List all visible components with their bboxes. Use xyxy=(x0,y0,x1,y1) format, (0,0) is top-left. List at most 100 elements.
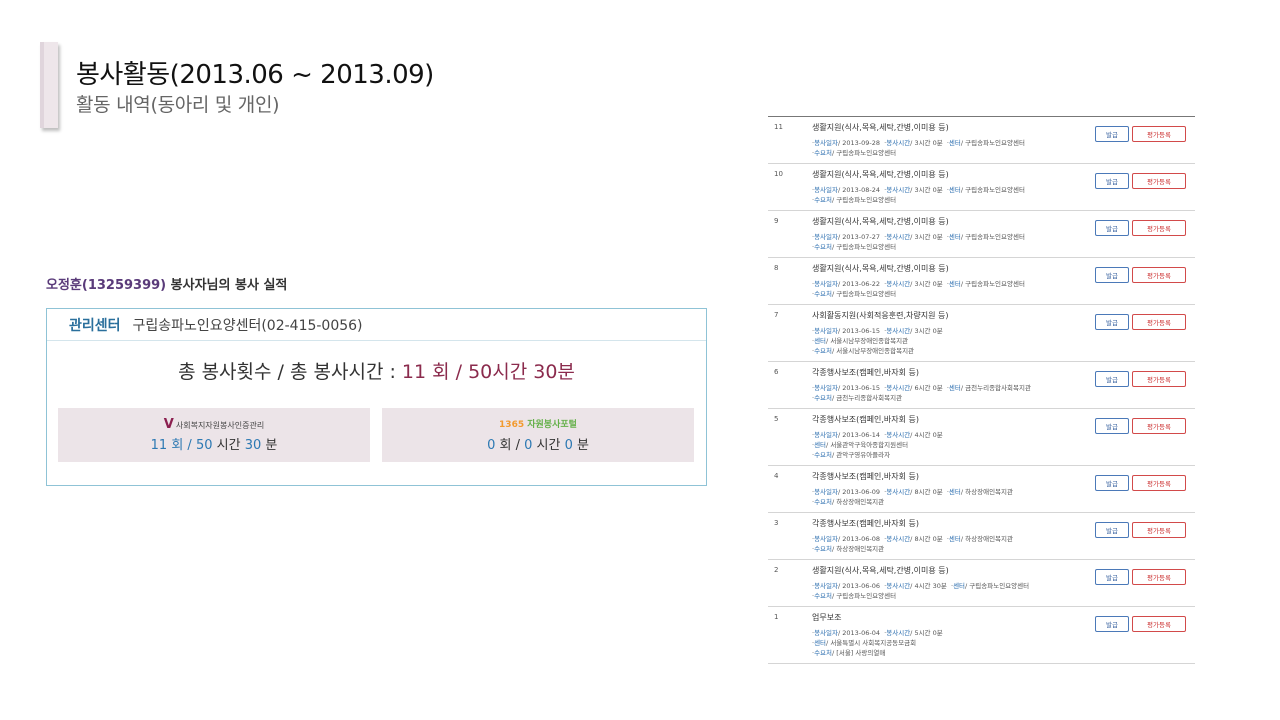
record-meta-line: ·봉사일자/ 2013-06-14 ·봉사시간/ 4시간 0분 xyxy=(812,431,943,439)
record-number: 11 xyxy=(774,123,783,131)
vms-logo: V 사회복지자원봉사인증관리 xyxy=(58,418,370,432)
record-date: 2013-06-15 xyxy=(842,384,881,392)
record-recipient: 관악구영유아플라자 xyxy=(836,451,891,459)
summary-heading: 오정훈(13259399) 봉사자님의 봉사 실적 xyxy=(46,274,287,293)
record-recipient: 서울시남부장애인종합복지관 xyxy=(836,347,915,355)
record-center: 구립송파노인요양센터 xyxy=(965,139,1025,147)
register-evaluation-button[interactable]: 평가등록 xyxy=(1132,267,1186,283)
portal-minutes: 0 xyxy=(564,438,573,453)
issue-certificate-button[interactable]: 발급 xyxy=(1095,475,1129,491)
record-time: 8시간 0분 xyxy=(914,535,943,543)
record-number: 9 xyxy=(774,217,779,225)
recipient-key: 수요처 xyxy=(814,498,833,506)
recipient-key: 수요처 xyxy=(814,451,833,459)
record-recipient: 금천누리종합사회복지관 xyxy=(836,394,903,402)
register-evaluation-button[interactable]: 평가등록 xyxy=(1132,314,1186,330)
record-body: 생활지원(식사,목욕,세탁,간병,이미용 등) ·봉사일자/ 2013-06-0… xyxy=(812,560,1082,606)
record-date: 2013-06-08 xyxy=(842,535,881,543)
record-body: 각종행사보조(캠페인,바자회 등) ·봉사일자/ 2013-06-09 ·봉사시… xyxy=(812,466,1082,512)
register-evaluation-button[interactable]: 평가등록 xyxy=(1132,371,1186,387)
managing-center-label: 관리센터 xyxy=(69,317,121,334)
issue-certificate-button[interactable]: 발급 xyxy=(1095,418,1129,434)
record-time: 3시간 0분 xyxy=(914,233,943,241)
record-category: 각종행사보조(캠페인,바자회 등) xyxy=(812,415,920,424)
volunteer-name: 오정훈(13259399) xyxy=(46,278,167,293)
managing-center-value: 구립송파노인요양센터(02-415-0056) xyxy=(132,317,363,334)
date-key: 봉사일자 xyxy=(814,629,838,637)
register-evaluation-button[interactable]: 평가등록 xyxy=(1132,126,1186,142)
date-key: 봉사일자 xyxy=(814,535,838,543)
center-key: 센터 xyxy=(814,639,827,647)
record-meta-line: ·봉사일자/ 2013-06-09 ·봉사시간/ 8시간 0분 ·센터/ 하상장… xyxy=(812,488,1013,496)
register-evaluation-button[interactable]: 평가등록 xyxy=(1132,522,1186,538)
record-meta-line: ·봉사일자/ 2013-06-06 ·봉사시간/ 4시간 30분 ·센터/ 구립… xyxy=(812,582,1030,590)
issue-certificate-button[interactable]: 발급 xyxy=(1095,371,1129,387)
date-key: 봉사일자 xyxy=(814,280,838,288)
register-evaluation-button[interactable]: 평가등록 xyxy=(1132,220,1186,236)
vms-minutes-unit: 분 xyxy=(261,438,278,453)
record-actions: 발급 평가등록 xyxy=(1095,126,1186,142)
record-number: 3 xyxy=(774,519,779,527)
register-evaluation-button[interactable]: 평가등록 xyxy=(1132,616,1186,632)
summary-box: 관리센터 구립송파노인요양센터(02-415-0056) 총 봉사횟수 / 총 … xyxy=(46,308,707,486)
vms-logo-text: 사회복지자원봉사인증관리 xyxy=(175,421,265,430)
record-center: 하상장애인복지관 xyxy=(965,488,1013,496)
issue-certificate-button[interactable]: 발급 xyxy=(1095,126,1129,142)
record-recipient-line: ·수요처/ 구립송파노인요양센터 xyxy=(812,290,897,298)
record-meta-line: ·봉사일자/ 2013-06-22 ·봉사시간/ 3시간 0분 ·센터/ 구립송… xyxy=(812,280,1025,288)
record-number: 7 xyxy=(774,311,779,319)
record-category: 생활지원(식사,목욕,세탁,간병,이미용 등) xyxy=(812,264,949,273)
register-evaluation-button[interactable]: 평가등록 xyxy=(1132,173,1186,189)
recipient-key: 수요처 xyxy=(814,592,833,600)
record-category: 업무보조 xyxy=(812,613,842,622)
record-center: 구립송파노인요양센터 xyxy=(965,233,1025,241)
record-row: 4 각종행사보조(캠페인,바자회 등) ·봉사일자/ 2013-06-09 ·봉… xyxy=(768,466,1195,513)
record-category: 사회활동지원(사회적응훈련,차량지원 등) xyxy=(812,311,949,320)
time-key: 봉사시간 xyxy=(886,233,911,241)
issue-certificate-button[interactable]: 발급 xyxy=(1095,522,1129,538)
record-number: 10 xyxy=(774,170,783,178)
issue-certificate-button[interactable]: 발급 xyxy=(1095,616,1129,632)
portal-hours-unit: 시간 xyxy=(532,438,565,453)
record-meta-line: ·봉사일자/ 2013-09-28 ·봉사시간/ 3시간 0분 ·센터/ 구립송… xyxy=(812,139,1025,147)
record-date: 2013-06-04 xyxy=(842,629,881,637)
vms-minutes: 30 xyxy=(244,438,262,453)
recipient-key: 수요처 xyxy=(814,149,833,157)
record-body: 각종행사보조(캠페인,바자회 등) ·봉사일자/ 2013-06-08 ·봉사시… xyxy=(812,513,1082,559)
record-row: 6 각종행사보조(캠페인,바자회 등) ·봉사일자/ 2013-06-15 ·봉… xyxy=(768,362,1195,409)
record-date: 2013-06-15 xyxy=(842,327,881,335)
center-key: 센터 xyxy=(948,139,961,147)
register-evaluation-button[interactable]: 평가등록 xyxy=(1132,475,1186,491)
record-number: 6 xyxy=(774,368,779,376)
register-evaluation-button[interactable]: 평가등록 xyxy=(1132,569,1186,585)
record-recipient-line: ·수요처/ 구립송파노인요양센터 xyxy=(812,149,897,157)
record-date: 2013-07-27 xyxy=(842,233,881,241)
issue-certificate-button[interactable]: 발급 xyxy=(1095,569,1129,585)
recipient-key: 수요처 xyxy=(814,545,833,553)
time-key: 봉사시간 xyxy=(886,280,911,288)
summary-heading-suffix: 봉사자님의 봉사 실적 xyxy=(166,278,288,293)
register-evaluation-button[interactable]: 평가등록 xyxy=(1132,418,1186,434)
issue-certificate-button[interactable]: 발급 xyxy=(1095,220,1129,236)
record-recipient-line: ·수요처/ 구립송파노인요양센터 xyxy=(812,196,897,204)
record-category: 생활지원(식사,목욕,세탁,간병,이미용 등) xyxy=(812,217,949,226)
record-recipient: 하상장애인복지관 xyxy=(836,545,885,553)
date-key: 봉사일자 xyxy=(814,384,838,392)
record-meta-line: ·봉사일자/ 2013-08-24 ·봉사시간/ 3시간 0분 ·센터/ 구립송… xyxy=(812,186,1025,194)
record-actions: 발급 평가등록 xyxy=(1095,220,1186,236)
issue-certificate-button[interactable]: 발급 xyxy=(1095,314,1129,330)
portal-1365-logo-icon: 1365 자원봉사포털 xyxy=(499,420,577,430)
recipient-key: 수요처 xyxy=(814,196,833,204)
record-category: 각종행사보조(캠페인,바자회 등) xyxy=(812,368,920,377)
record-row: 5 각종행사보조(캠페인,바자회 등) ·봉사일자/ 2013-06-14 ·봉… xyxy=(768,409,1195,466)
record-recipient: 구립송파노인요양센터 xyxy=(836,196,897,204)
record-center: 서울관악구육아종합지원센터 xyxy=(830,441,909,449)
record-date: 2013-06-22 xyxy=(842,280,881,288)
record-time: 3시간 0분 xyxy=(914,186,943,194)
record-category: 각종행사보조(캠페인,바자회 등) xyxy=(812,519,920,528)
portal-1365-logo-number: 1365 xyxy=(499,420,525,430)
issue-certificate-button[interactable]: 발급 xyxy=(1095,267,1129,283)
issue-certificate-button[interactable]: 발급 xyxy=(1095,173,1129,189)
record-number: 8 xyxy=(774,264,779,272)
record-row: 10 생활지원(식사,목욕,세탁,간병,이미용 등) ·봉사일자/ 2013-0… xyxy=(768,164,1195,211)
